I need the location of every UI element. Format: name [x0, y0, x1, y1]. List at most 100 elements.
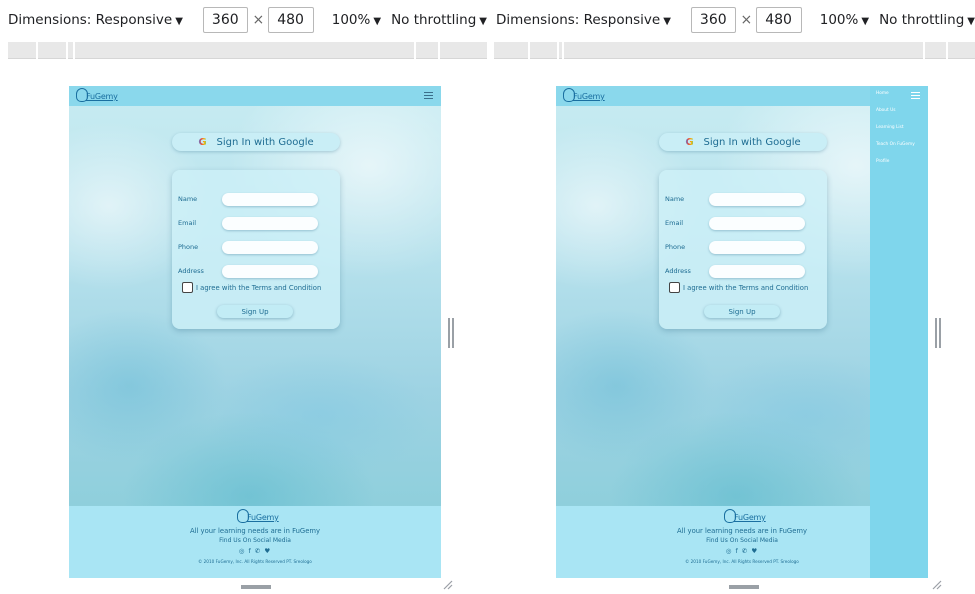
side-menu: Home About Us Learning List Teach On FuG…: [870, 86, 928, 578]
address-row: Address: [659, 264, 827, 278]
terms-agreement: I agree with the Terms and Condition: [182, 282, 321, 293]
menu-item-teach[interactable]: Teach On FuGemy: [876, 142, 915, 147]
footer: FuGemy All your learning needs are in Fu…: [69, 506, 441, 578]
email-input[interactable]: [709, 216, 805, 230]
menu-item-home[interactable]: Home: [876, 91, 889, 96]
ruler-divider: [36, 42, 38, 59]
terms-checkbox[interactable]: [182, 282, 193, 293]
name-row: Name: [659, 192, 827, 206]
google-signin-label: Sign In with Google: [216, 136, 314, 148]
logo-text: FuGemy: [573, 92, 605, 101]
brand-logo[interactable]: FuGemy: [563, 88, 605, 102]
device-viewport-left: FuGemy G Sign In with Google Name Email: [69, 86, 441, 578]
signup-form: Name Email Phone Address I agree with th…: [172, 170, 340, 329]
signup-button[interactable]: Sign Up: [217, 305, 293, 318]
dimensions-label: Dimensions: Responsive: [8, 12, 173, 28]
terms-agreement: I agree with the Terms and Condition: [669, 282, 808, 293]
footer-copyright: © 2010 FuGemy, Inc. All Rights Reserved …: [198, 559, 312, 564]
email-label: Email: [665, 219, 684, 227]
menu-item-profile[interactable]: Profile: [876, 159, 889, 164]
email-row: Email: [659, 216, 827, 230]
menu-item-learning-list[interactable]: Learning List: [876, 125, 904, 130]
device-toolbar-left: Dimensions: Responsive ▼ 360 × 480 100% ▼ …: [0, 0, 487, 40]
zoom-label: 100%: [819, 12, 859, 28]
name-input[interactable]: [222, 192, 318, 206]
corner-resize-icon[interactable]: [932, 580, 942, 590]
fugemy-page: FuGemy G Sign In with Google Name Email …: [556, 86, 928, 578]
ruler-divider: [438, 42, 440, 59]
width-input[interactable]: 360: [690, 7, 737, 33]
height-resize-handle[interactable]: [729, 585, 759, 589]
signup-button[interactable]: Sign Up: [704, 305, 780, 318]
fugemy-page: FuGemy G Sign In with Google Name Email: [69, 86, 441, 578]
footer-logo-text: FuGemy: [247, 513, 279, 522]
phone-label: Phone: [665, 243, 686, 251]
social-icons[interactable]: ◎ f ✆ ♥: [69, 547, 441, 555]
email-row: Email: [172, 216, 340, 230]
name-label: Name: [178, 195, 198, 203]
hamburger-menu-icon[interactable]: [424, 92, 433, 99]
zoom-dropdown[interactable]: 100% ▼: [332, 12, 381, 28]
height-resize-handle[interactable]: [241, 585, 271, 589]
google-signin-label: Sign In with Google: [703, 136, 801, 148]
throttling-dropdown[interactable]: No throttling ▼: [391, 12, 487, 28]
ruler-divider: [528, 42, 530, 59]
footer-logo[interactable]: FuGemy: [237, 509, 279, 523]
chevron-down-icon: ▼: [175, 16, 183, 27]
chevron-down-icon: ▼: [373, 16, 382, 27]
dimensions-label: Dimensions: Responsive: [496, 12, 661, 28]
logo-icon: [563, 88, 575, 102]
devtools-device-emulation: Dimensions: Responsive ▼ 360 × 480 100% ▼ …: [0, 0, 975, 594]
dimensions-dropdown[interactable]: Dimensions: Responsive ▼: [496, 12, 671, 28]
address-row: Address: [172, 264, 340, 278]
times-sign: ×: [740, 12, 753, 28]
height-input[interactable]: 480: [268, 7, 314, 33]
ruler-divider: [946, 42, 948, 59]
throttling-label: No throttling: [391, 12, 477, 28]
phone-input[interactable]: [222, 240, 318, 254]
throttling-dropdown[interactable]: No throttling ▼: [879, 12, 975, 28]
ruler-divider: [557, 42, 559, 59]
throttling-label: No throttling: [879, 12, 965, 28]
ruler-divider: [414, 42, 416, 59]
ruler-divider: [66, 42, 68, 59]
phone-input[interactable]: [709, 240, 805, 254]
terms-checkbox[interactable]: [669, 282, 680, 293]
signup-form: Name Email Phone Address I agree with th…: [659, 170, 827, 329]
footer-logo[interactable]: FuGemy: [724, 509, 766, 523]
logo-text: FuGemy: [86, 92, 118, 101]
address-input[interactable]: [222, 264, 318, 278]
height-input[interactable]: 480: [756, 7, 802, 33]
address-input[interactable]: [709, 264, 805, 278]
ruler-divider: [562, 42, 564, 59]
device-viewport-right: FuGemy G Sign In with Google Name Email …: [556, 86, 928, 578]
google-signin-button[interactable]: G Sign In with Google: [172, 133, 340, 151]
email-input[interactable]: [222, 216, 318, 230]
width-resize-handle[interactable]: [448, 318, 454, 348]
name-input[interactable]: [709, 192, 805, 206]
name-label: Name: [665, 195, 685, 203]
phone-label: Phone: [178, 243, 199, 251]
width-resize-handle[interactable]: [935, 318, 941, 348]
brand-logo[interactable]: FuGemy: [76, 88, 118, 102]
corner-resize-icon[interactable]: [443, 580, 453, 590]
zoom-dropdown[interactable]: 100% ▼: [820, 12, 869, 28]
chevron-down-icon: ▼: [967, 16, 975, 27]
times-sign: ×: [252, 12, 265, 28]
ruler-divider: [923, 42, 925, 59]
logo-icon: [76, 88, 88, 102]
device-toolbar-right: Dimensions: Responsive ▼ 360 × 480 100% ▼ …: [494, 0, 975, 40]
phone-row: Phone: [172, 240, 340, 254]
menu-item-about-us[interactable]: About Us: [876, 108, 895, 113]
media-query-ruler[interactable]: [8, 42, 487, 59]
phone-row: Phone: [659, 240, 827, 254]
dimensions-dropdown[interactable]: Dimensions: Responsive ▼: [8, 12, 183, 28]
email-label: Email: [178, 219, 197, 227]
footer-tagline: All your learning needs are in FuGemy: [189, 527, 321, 535]
zoom-label: 100%: [331, 12, 371, 28]
google-signin-button[interactable]: G Sign In with Google: [659, 133, 827, 151]
hamburger-menu-icon[interactable]: [911, 92, 920, 99]
footer-follow-text: Find Us On Social Media: [219, 537, 291, 544]
media-query-ruler[interactable]: [494, 42, 975, 59]
width-input[interactable]: 360: [202, 7, 249, 33]
